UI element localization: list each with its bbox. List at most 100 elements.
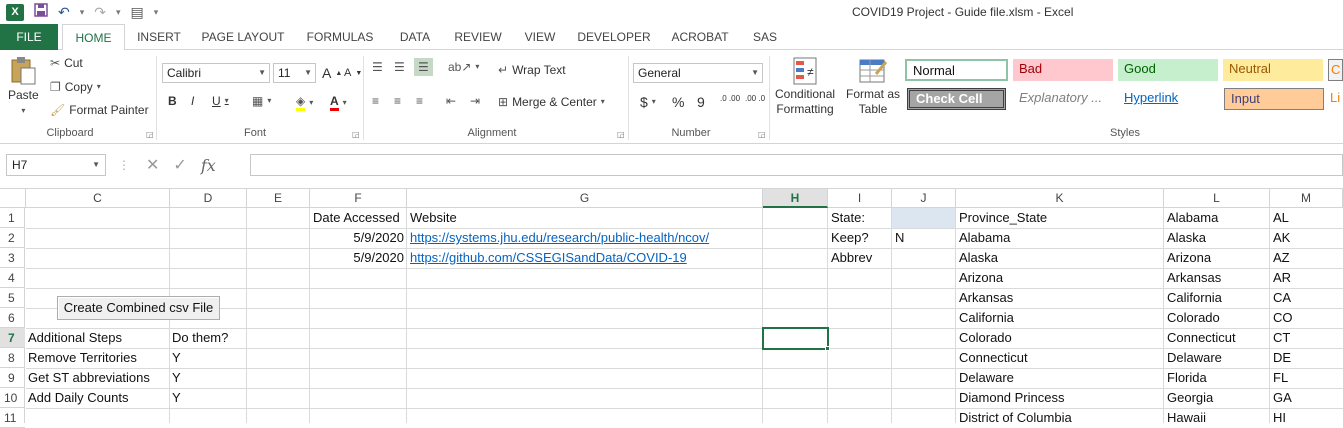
comma-button[interactable]: 9 (697, 94, 705, 110)
underline-button[interactable]: U ▾ (212, 94, 229, 108)
row-header[interactable]: 2 (0, 228, 25, 248)
fill-handle[interactable] (825, 346, 830, 351)
cell-f3[interactable]: 5/9/2020 (310, 248, 407, 268)
cell-k5[interactable]: Arkansas (957, 288, 1013, 308)
wrap-text-button[interactable]: ↵ Wrap Text (498, 63, 566, 77)
style-neutral[interactable]: Neutral (1223, 59, 1323, 81)
style-calculation[interactable]: C (1328, 59, 1343, 81)
cell-l6[interactable]: Colorado (1165, 308, 1220, 328)
print-preview-icon[interactable]: ▤ (131, 4, 144, 21)
cut-button[interactable]: ✂ Cut (50, 56, 83, 70)
copy-button[interactable]: ❐ Copy ▾ (50, 80, 101, 94)
column-header-g[interactable]: G (407, 189, 763, 208)
cell-m9[interactable]: FL (1271, 368, 1288, 388)
font-color-button[interactable]: A ▾ (330, 94, 347, 111)
style-normal[interactable]: Normal (905, 59, 1008, 81)
row-header[interactable]: 8 (0, 348, 25, 368)
currency-button[interactable]: $ ▾ (640, 94, 656, 110)
format-painter-button[interactable]: 🖌 Format Painter (50, 103, 149, 117)
cell-g2-link[interactable]: https://systems.jhu.edu/research/public-… (408, 228, 709, 248)
cell-k9[interactable]: Delaware (957, 368, 1014, 388)
cancel-icon[interactable]: ✕ (146, 155, 159, 175)
cell-l4[interactable]: Arkansas (1165, 268, 1221, 288)
font-launcher-icon[interactable]: ◲ (352, 130, 360, 139)
paste-dropdown-icon[interactable]: ▾ (21, 104, 25, 118)
column-header-c[interactable]: C (26, 189, 170, 208)
save-icon[interactable] (34, 3, 48, 21)
tab-developer[interactable]: DEVELOPER (572, 24, 656, 50)
tab-sas[interactable]: SAS (744, 24, 786, 50)
paste-button[interactable]: Paste ▾ (8, 56, 39, 118)
italic-button[interactable]: I (191, 94, 194, 108)
style-hyperlink[interactable]: Hyperlink (1118, 88, 1218, 110)
cell-c7[interactable]: Additional Steps (26, 328, 122, 348)
column-header-h[interactable]: H (763, 189, 828, 208)
undo-icon[interactable]: ↶ (58, 4, 70, 21)
cell-i2[interactable]: Keep? (829, 228, 869, 248)
cell-m6[interactable]: CO (1271, 308, 1293, 328)
row-header[interactable]: 11 (0, 408, 25, 428)
cell-c10[interactable]: Add Daily Counts (26, 388, 128, 408)
column-header-i[interactable]: I (828, 189, 892, 208)
shrink-font-button[interactable]: A ▼ (344, 67, 362, 79)
increase-decimal-button[interactable]: .0 .00 (720, 94, 742, 103)
cell-l8[interactable]: Delaware (1165, 348, 1222, 368)
format-as-table-button[interactable]: Format as Table (846, 56, 900, 116)
column-header-k[interactable]: K (956, 189, 1164, 208)
cell-m7[interactable]: CT (1271, 328, 1290, 348)
cell-k10[interactable]: Diamond Princess (957, 388, 1065, 408)
row-header[interactable]: 6 (0, 308, 25, 328)
cell-k4[interactable]: Arizona (957, 268, 1003, 288)
cell-i3[interactable]: Abbrev (829, 248, 872, 268)
cell-l1[interactable]: Alabama (1165, 208, 1218, 228)
redo-dropdown-icon[interactable]: ▾ (116, 4, 121, 21)
orientation-button[interactable]: ab↗ ▾ (448, 60, 479, 74)
cell-m3[interactable]: AZ (1271, 248, 1290, 268)
tab-formulas[interactable]: FORMULAS (298, 24, 382, 50)
customize-qat-icon[interactable]: ▾ (154, 4, 159, 21)
style-linked-cell[interactable]: Li (1328, 88, 1343, 110)
style-explanatory[interactable]: Explanatory ... (1013, 88, 1113, 110)
tab-file[interactable]: FILE (0, 24, 58, 50)
column-header-l[interactable]: L (1164, 189, 1270, 208)
cell-l10[interactable]: Georgia (1165, 388, 1213, 408)
cell-m10[interactable]: GA (1271, 388, 1292, 408)
cell-f2[interactable]: 5/9/2020 (310, 228, 407, 248)
clipboard-launcher-icon[interactable]: ◲ (146, 130, 154, 139)
cell-k11[interactable]: District of Columbia (957, 408, 1072, 423)
number-launcher-icon[interactable]: ◲ (758, 130, 766, 139)
column-header-m[interactable]: M (1270, 189, 1343, 208)
bold-button[interactable]: B (168, 94, 177, 108)
row-header[interactable]: 5 (0, 288, 25, 308)
worksheet-grid[interactable]: Date Accessed Website State: Province_St… (26, 208, 1343, 423)
cell-l7[interactable]: Connecticut (1165, 328, 1236, 348)
tab-acrobat[interactable]: ACROBAT (664, 24, 736, 50)
decrease-decimal-button[interactable]: .00 .0 (745, 94, 767, 103)
cell-m4[interactable]: AR (1271, 268, 1291, 288)
active-cell-h7[interactable] (762, 327, 829, 350)
merge-center-button[interactable]: ⊞ Merge & Center ▾ (498, 95, 605, 109)
column-header-j[interactable]: J (892, 189, 956, 208)
cell-k7[interactable]: Colorado (957, 328, 1012, 348)
cell-m2[interactable]: AK (1271, 228, 1290, 248)
align-left-button[interactable]: ≡ (372, 94, 379, 108)
cell-j1-fill[interactable] (892, 208, 955, 228)
name-box[interactable]: H7 ▼ (6, 154, 106, 176)
column-header-f[interactable]: F (310, 189, 407, 208)
insert-function-icon[interactable]: fx (201, 156, 216, 175)
borders-button[interactable]: ▦ ▾ (252, 94, 271, 108)
cell-m8[interactable]: DE (1271, 348, 1291, 368)
cell-m11[interactable]: HI (1271, 408, 1286, 423)
cell-k1[interactable]: Province_State (957, 208, 1047, 228)
row-header-selected[interactable]: 7 (0, 328, 25, 348)
number-format-select[interactable]: General ▼ (633, 63, 763, 83)
cell-k6[interactable]: California (957, 308, 1014, 328)
row-header[interactable]: 10 (0, 388, 25, 408)
style-check-cell[interactable]: Check Cell (907, 88, 1006, 110)
tab-view[interactable]: VIEW (516, 24, 564, 50)
increase-indent-button[interactable]: ⇥ (470, 94, 480, 108)
top-align-button[interactable]: ☰ (372, 60, 383, 74)
alignment-launcher-icon[interactable]: ◲ (617, 130, 625, 139)
column-header-e[interactable]: E (247, 189, 310, 208)
row-header[interactable]: 1 (0, 208, 25, 228)
